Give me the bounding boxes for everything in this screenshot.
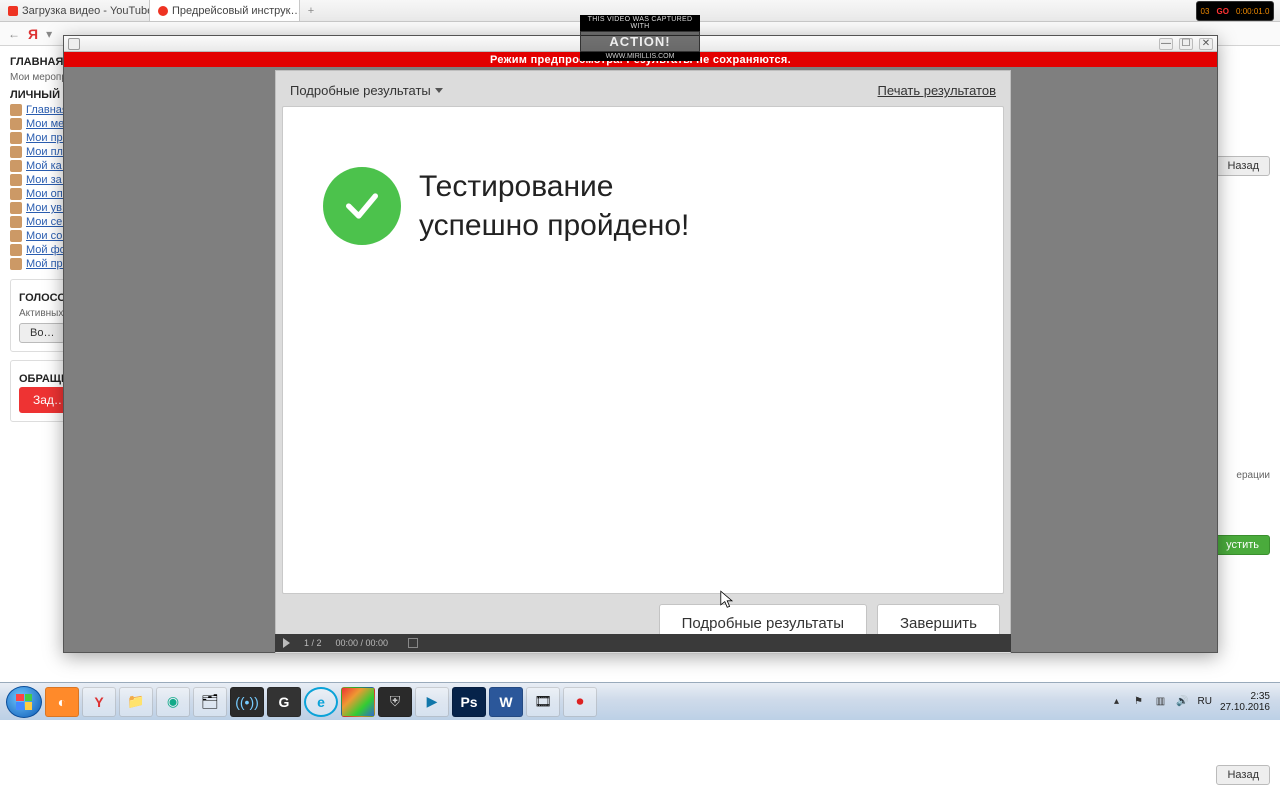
dropdown-icon[interactable]: ▾ <box>46 27 52 41</box>
fullscreen-icon[interactable] <box>408 638 418 648</box>
test-modal-window: — ☐ ✕ Режим предпросмотра. Результаты не… <box>63 35 1218 653</box>
app-icon <box>68 38 80 50</box>
task-icon[interactable]: ⏺ <box>563 687 597 717</box>
tab-strip: Загрузка видео - YouTube Предрейсовый ин… <box>0 0 1280 22</box>
task-icon[interactable]: Y <box>82 687 116 717</box>
back-button[interactable]: Назад <box>1216 765 1270 785</box>
tab-rzd[interactable]: Предрейсовый инструк… × <box>150 0 300 21</box>
new-tab-button[interactable]: + <box>300 0 322 21</box>
results-toolbar: Подробные результаты Печать результатов <box>282 77 1004 106</box>
check-circle-icon <box>323 167 401 245</box>
tray-flag-icon[interactable]: ⚑ <box>1131 695 1145 709</box>
doc-icon <box>10 244 22 256</box>
close-button[interactable]: ✕ <box>1199 38 1213 50</box>
clock-time: 2:35 <box>1220 691 1270 702</box>
hud-fps: 03 <box>1201 7 1210 16</box>
ops-label: ерации <box>1236 470 1270 481</box>
task-icon[interactable]: ◐ <box>45 687 79 717</box>
result-line1: Тестирование <box>419 167 689 206</box>
time-indicator: 00:00 / 00:00 <box>336 638 389 648</box>
task-icon[interactable]: ((•)) <box>230 687 264 717</box>
modal-titlebar[interactable]: — ☐ ✕ <box>64 36 1217 52</box>
doc-icon <box>10 258 22 270</box>
vote-button[interactable]: Во… <box>19 323 65 343</box>
page-indicator: 1 / 2 <box>304 638 322 648</box>
tray-network-icon[interactable]: ▥ <box>1153 695 1167 709</box>
tab-youtube[interactable]: Загрузка видео - YouTube <box>0 0 150 21</box>
chevron-down-icon <box>435 88 443 93</box>
print-link[interactable]: Печать результатов <box>878 83 996 98</box>
result-card: Тестирование успешно пройдено! <box>282 106 1004 594</box>
task-icon[interactable]: 🎞 <box>526 687 560 717</box>
doc-icon <box>10 202 22 214</box>
task-icon[interactable]: ⛨ <box>378 687 412 717</box>
task-icon[interactable]: ◉ <box>156 687 190 717</box>
back-icon[interactable]: ← <box>8 27 20 41</box>
player-bar: 1 / 2 00:00 / 00:00 <box>275 634 1011 652</box>
task-icon[interactable]: 📁 <box>119 687 153 717</box>
minimize-button[interactable]: — <box>1159 38 1173 50</box>
taskbar: ◐ Y 📁 ◉ 🗂 ((•)) G e ⛨ ▶ Ps W 🎞 ⏺ ▴ ⚑ ▥ 🔊… <box>0 682 1280 720</box>
tray-lang[interactable]: RU <box>1197 696 1211 707</box>
task-icon[interactable]: W <box>489 687 523 717</box>
start-button[interactable] <box>6 686 42 718</box>
result-line2: успешно пройдено! <box>419 206 689 245</box>
recording-hud: 03 GO 0:00:01.0 <box>1196 1 1274 21</box>
task-icon[interactable]: G <box>267 687 301 717</box>
doc-icon <box>10 118 22 130</box>
preview-banner: Режим предпросмотра. Результаты не сохра… <box>64 52 1217 67</box>
clock-date: 27.10.2016 <box>1220 702 1270 713</box>
doc-icon <box>10 104 22 116</box>
youtube-icon <box>8 6 18 16</box>
play-icon[interactable] <box>283 638 290 648</box>
dropdown-label: Подробные результаты <box>290 83 431 98</box>
run-button[interactable]: устить <box>1215 535 1270 555</box>
task-icon[interactable] <box>341 687 375 717</box>
task-icon[interactable]: ▶ <box>415 687 449 717</box>
task-icon[interactable]: 🗂 <box>193 687 227 717</box>
doc-icon <box>10 230 22 242</box>
tray-up-icon[interactable]: ▴ <box>1109 695 1123 709</box>
maximize-button[interactable]: ☐ <box>1179 38 1193 50</box>
doc-icon <box>10 132 22 144</box>
tab-label: Загрузка видео - YouTube <box>22 5 150 17</box>
doc-icon <box>10 216 22 228</box>
hud-time: 0:00:01.0 <box>1236 7 1269 16</box>
doc-icon <box>10 160 22 172</box>
tray-volume-icon[interactable]: 🔊 <box>1175 695 1189 709</box>
site-icon <box>158 6 168 16</box>
results-dropdown[interactable]: Подробные результаты <box>290 83 443 98</box>
doc-icon <box>10 188 22 200</box>
doc-icon <box>10 174 22 186</box>
hud-go: GO <box>1217 7 1229 16</box>
clock[interactable]: 2:35 27.10.2016 <box>1220 691 1270 713</box>
task-icon[interactable]: e <box>304 687 338 717</box>
task-icon[interactable]: Ps <box>452 687 486 717</box>
results-panel: Подробные результаты Печать результатов … <box>275 70 1011 654</box>
system-tray: ▴ ⚑ ▥ 🔊 RU 2:35 27.10.2016 <box>1109 691 1274 713</box>
result-text: Тестирование успешно пройдено! <box>419 167 689 245</box>
back-button[interactable]: Назад <box>1216 156 1270 176</box>
doc-icon <box>10 146 22 158</box>
yandex-icon: Я <box>28 26 38 42</box>
tab-label: Предрейсовый инструк… <box>172 5 300 17</box>
result-row: Тестирование успешно пройдено! <box>323 167 689 245</box>
